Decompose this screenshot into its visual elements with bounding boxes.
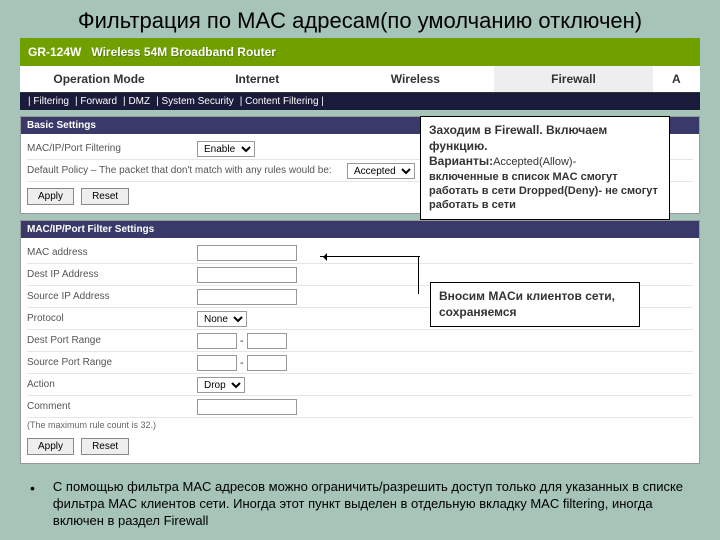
- label-default-policy: Default Policy – The packet that don't m…: [27, 165, 347, 176]
- max-rule-note: (The maximum rule count is 32.): [27, 418, 693, 432]
- tab-internet[interactable]: Internet: [178, 66, 336, 92]
- label-source-port: Source Port Range: [27, 357, 197, 368]
- select-action[interactable]: Drop: [197, 377, 245, 393]
- callout-firewall-info: Заходим в Firewall. Включаем функцию. Ва…: [420, 116, 670, 220]
- footer-text: С помощью фильтра MAC адресов можно огра…: [53, 479, 700, 530]
- tab-wireless[interactable]: Wireless: [336, 66, 494, 92]
- input-source-ip[interactable]: [197, 289, 297, 305]
- label-protocol: Protocol: [27, 313, 197, 324]
- callout-mac-entry: Вносим MACи клиентов сети, сохраняемся: [430, 282, 640, 327]
- tab-firewall[interactable]: Firewall: [494, 66, 652, 92]
- filter-settings-heading: MAC/IP/Port Filter Settings: [21, 221, 699, 238]
- reset-button[interactable]: Reset: [81, 188, 129, 205]
- input-dest-port-from[interactable]: [197, 333, 237, 349]
- router-model: GR-124W: [28, 45, 81, 59]
- label-comment: Comment: [27, 401, 197, 412]
- label-action: Action: [27, 379, 197, 390]
- sub-tabs: | Filtering | Forward | DMZ | System Sec…: [20, 93, 700, 110]
- router-screenshot: GR-124W Wireless 54M Broadband Router Op…: [20, 38, 700, 464]
- select-protocol[interactable]: None: [197, 311, 247, 327]
- subtab-forward[interactable]: | Forward: [75, 96, 117, 107]
- bullet-icon: •: [30, 479, 35, 530]
- subtab-filtering[interactable]: | Filtering: [28, 96, 69, 107]
- footer-bullet: • С помощью фильтра MAC адресов можно ог…: [30, 479, 700, 530]
- router-tagline: Wireless 54M Broadband Router: [91, 45, 276, 59]
- filter-buttons: Apply Reset: [27, 432, 693, 459]
- tab-operation-mode[interactable]: Operation Mode: [20, 66, 178, 92]
- apply-button-filter[interactable]: Apply: [27, 438, 74, 455]
- input-dest-port-to[interactable]: [247, 333, 287, 349]
- select-default-policy[interactable]: Accepted: [347, 163, 415, 179]
- slide-title: Фильтрация по MAC адресам(по умолчанию о…: [0, 0, 720, 38]
- label-mac-filtering: MAC/IP/Port Filtering: [27, 143, 197, 154]
- label-dest-port: Dest Port Range: [27, 335, 197, 346]
- apply-button[interactable]: Apply: [27, 188, 74, 205]
- input-source-port-from[interactable]: [197, 355, 237, 371]
- tab-admin[interactable]: A: [653, 66, 700, 92]
- select-mac-filtering[interactable]: Enable: [197, 141, 255, 157]
- arrow-to-mac-input: [320, 256, 420, 257]
- label-mac-address: MAC address: [27, 247, 197, 258]
- input-dest-ip[interactable]: [197, 267, 297, 283]
- reset-button-filter[interactable]: Reset: [81, 438, 129, 455]
- subtab-dmz[interactable]: | DMZ: [123, 96, 150, 107]
- main-tabs: Operation Mode Internet Wireless Firewal…: [20, 66, 700, 93]
- input-comment[interactable]: [197, 399, 297, 415]
- label-dest-ip: Dest IP Address: [27, 269, 197, 280]
- subtab-content-filtering[interactable]: | Content Filtering |: [240, 96, 324, 107]
- subtab-system-security[interactable]: | System Security: [156, 96, 234, 107]
- input-mac-address[interactable]: [197, 245, 297, 261]
- label-source-ip: Source IP Address: [27, 291, 197, 302]
- arrow-vertical: [418, 256, 419, 294]
- router-header: GR-124W Wireless 54M Broadband Router: [20, 38, 700, 66]
- input-source-port-to[interactable]: [247, 355, 287, 371]
